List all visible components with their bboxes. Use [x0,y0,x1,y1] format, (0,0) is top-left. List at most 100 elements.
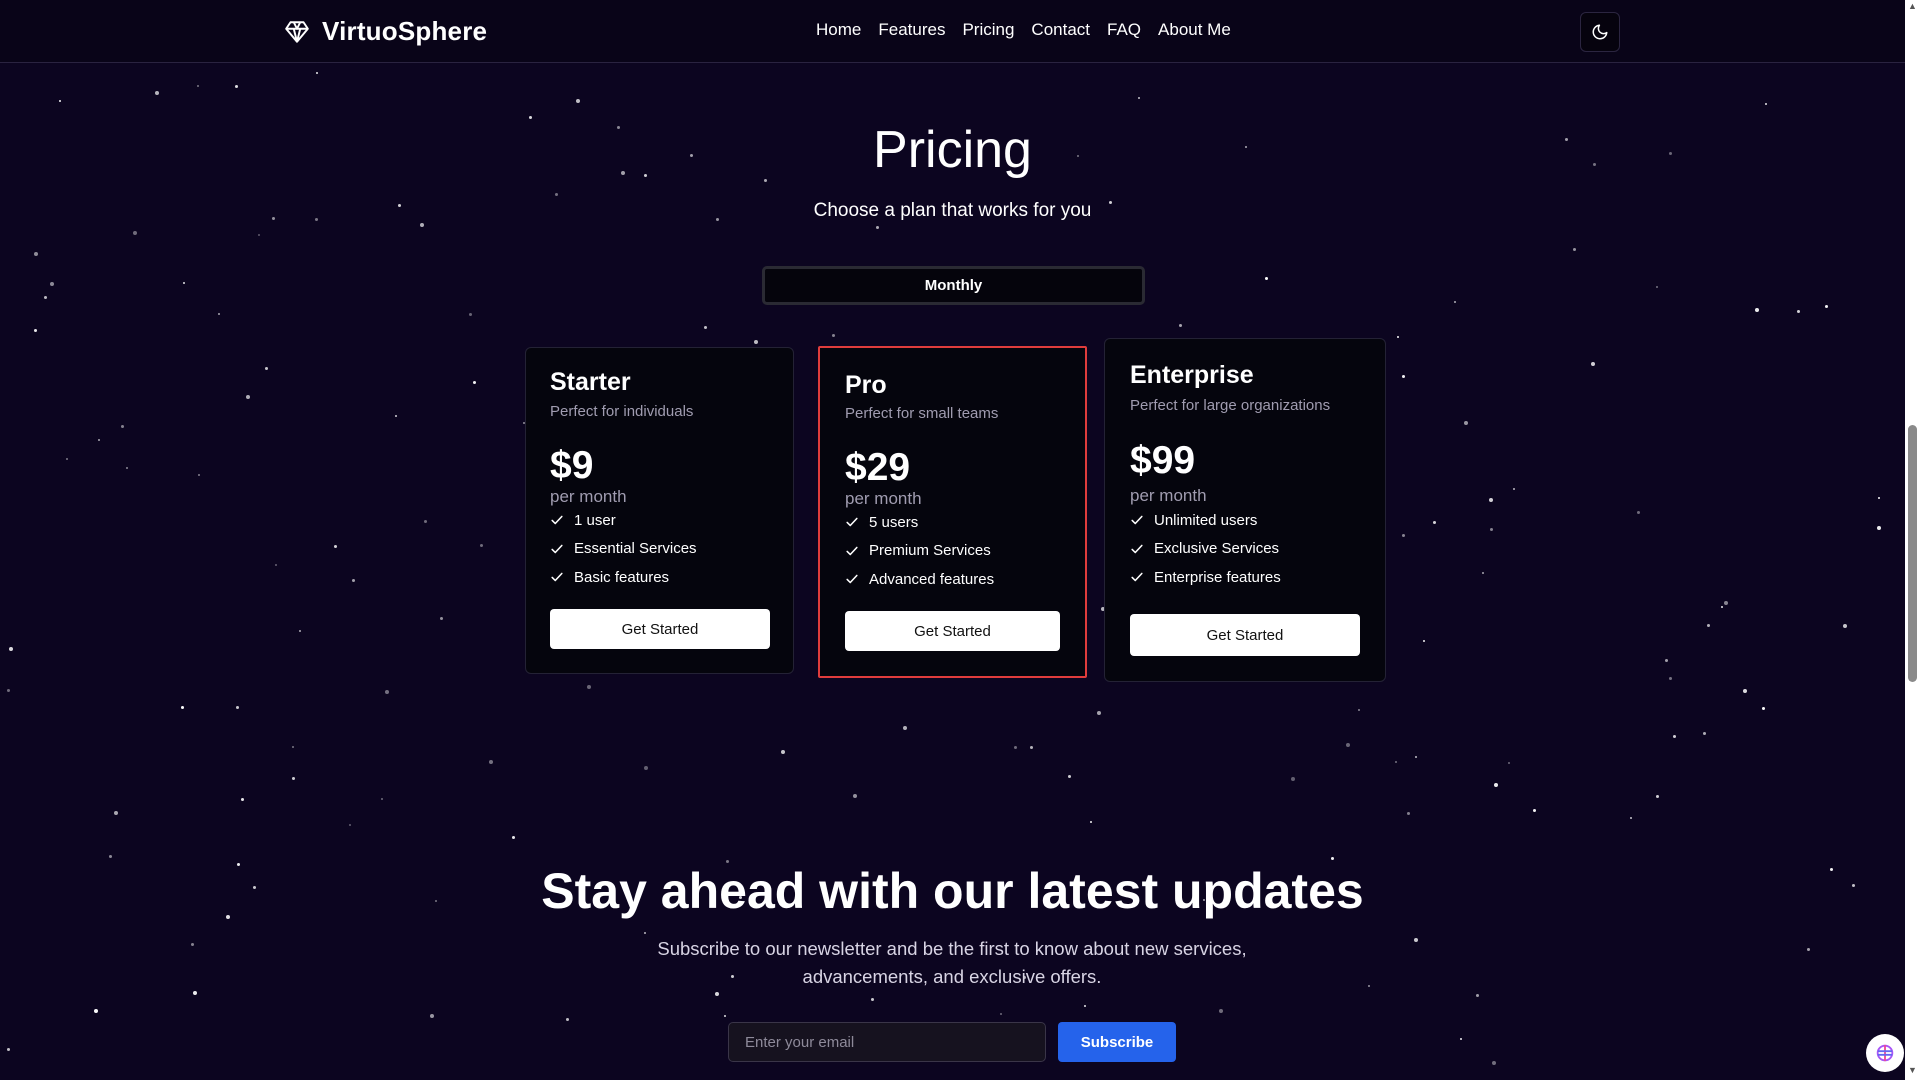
scroll-up-arrow-icon[interactable]: ▲ [1908,2,1917,11]
star [385,690,389,694]
plan-feature-label: Basic features [574,568,670,586]
newsletter-title: Stay ahead with our latest updates [541,863,1364,919]
star [1476,994,1479,997]
star [1743,689,1747,693]
star [587,685,591,689]
star [555,193,558,196]
star [724,1015,726,1017]
star [275,564,277,566]
plan-feature-label: Enterprise features [1154,568,1281,586]
star [1843,624,1847,628]
email-input[interactable] [728,1022,1046,1062]
check-icon [846,546,858,556]
star [1673,735,1676,738]
moon-icon [1592,24,1608,40]
nav-home[interactable]: Home [816,20,861,40]
assistant-widget-button[interactable] [1866,1034,1904,1072]
scrollbar-thumb[interactable] [1908,425,1917,682]
brand-name: VirtuoSphere [322,16,488,46]
star [1533,809,1536,812]
star [126,467,128,469]
brain-icon [1876,1044,1894,1062]
star [430,1014,434,1018]
star [480,544,483,547]
plan-price: $29 [845,446,911,489]
star [1665,659,1668,662]
star [1508,762,1510,764]
get-started-button[interactable]: Get Started [845,611,1060,651]
plan-card-pro: Pro Perfect for small teams $29 per mont… [818,346,1087,678]
billing-period-toggle[interactable]: Monthly [762,266,1145,305]
newsletter-description: Subscribe to our newsletter and be the f… [657,938,1247,987]
check-icon [1131,515,1143,525]
star [1825,305,1828,308]
star [1179,324,1182,327]
plan-card-starter: Starter Perfect for individuals $9 per m… [525,347,794,674]
site-header: VirtuoSphere Home Features Pricing Conta… [0,0,1905,63]
star [246,395,250,399]
plan-feature-label: Exclusive Services [1154,540,1280,558]
star [420,223,424,227]
star [94,1009,98,1013]
plan-price: $99 [1130,439,1196,482]
plan-card-enterprise: Enterprise Perfect for large organizatio… [1104,338,1386,682]
get-started-button[interactable]: Get Started [550,609,770,649]
star [1030,746,1033,749]
star [1407,812,1410,815]
star [9,647,13,651]
plan-price: $9 [550,444,594,487]
plan-feature-list: 1 user Essential Services Basic features [550,506,697,592]
star [197,85,199,87]
pricing-subtitle: Choose a plan that works for you [813,200,1092,221]
star [1669,677,1672,680]
star [1724,601,1728,605]
scroll-down-arrow-icon[interactable]: ▼ [1908,1066,1917,1075]
get-started-button[interactable]: Get Started [1130,614,1360,656]
star [121,425,124,428]
plan-feature-label: 5 users [869,513,919,531]
nav-faq[interactable]: FAQ [1107,20,1141,40]
star [1433,521,1436,524]
check-icon [846,574,858,584]
star [1219,1009,1223,1013]
star [704,326,707,329]
star [1482,572,1484,574]
star [876,226,879,229]
star [7,1048,10,1051]
theme-toggle-button[interactable] [1580,12,1620,52]
star [1090,821,1092,823]
star [1397,336,1399,338]
star [1755,308,1759,312]
star [1000,1013,1002,1015]
star [1492,1061,1496,1065]
plan-name: Starter [550,368,631,396]
plan-period: per month [845,489,922,508]
nav-features[interactable]: Features [878,20,945,40]
star [424,520,427,523]
star [349,824,351,826]
plan-description: Perfect for large organizations [1130,397,1331,414]
page-scrollbar[interactable]: ▲ ▼ [1905,0,1920,1080]
nav-pricing[interactable]: Pricing [962,20,1014,40]
star [529,116,532,119]
star [1797,310,1800,313]
star [754,340,758,344]
brand-logo[interactable]: VirtuoSphere [284,16,487,47]
star [352,579,355,582]
star [1656,286,1658,288]
plan-feature: 1 user [550,506,697,535]
star [489,760,493,764]
star [1637,511,1640,514]
star [1402,534,1405,537]
star [1656,795,1659,798]
star [59,100,61,102]
star [193,991,197,995]
nav-contact[interactable]: Contact [1031,20,1090,40]
star [440,617,443,620]
nav-about-me[interactable]: About Me [1158,20,1231,40]
star [1464,421,1468,425]
star [1265,277,1268,280]
star [1721,606,1723,608]
star [1358,709,1360,711]
subscribe-button[interactable]: Subscribe [1058,1022,1176,1062]
